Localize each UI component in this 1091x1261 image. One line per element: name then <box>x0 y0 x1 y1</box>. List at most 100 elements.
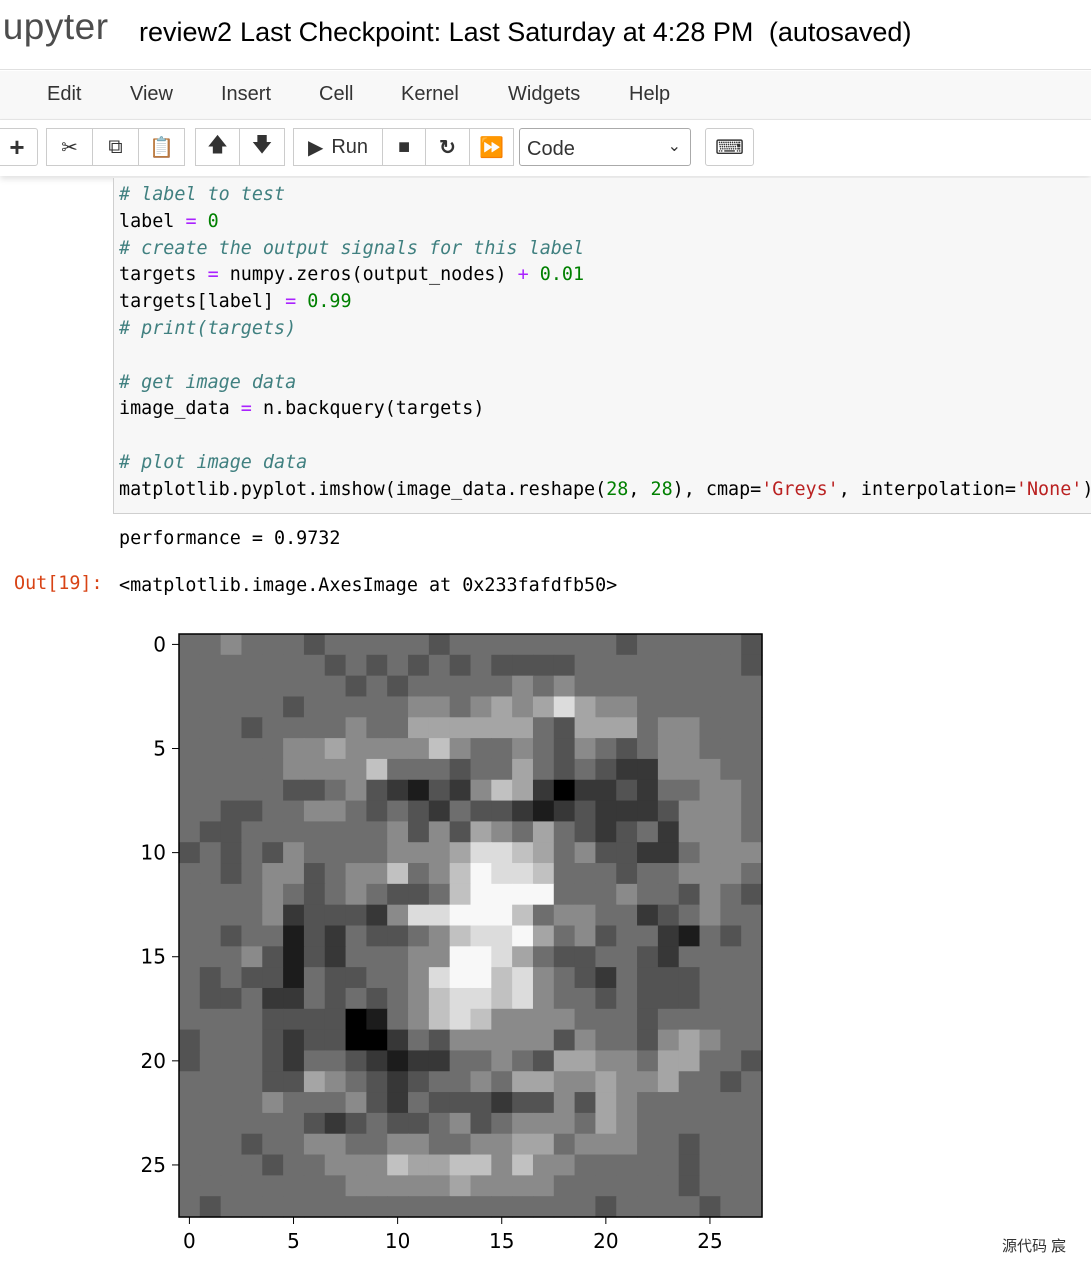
run-button[interactable]: ▶ Run <box>293 128 383 166</box>
heatmap-cell <box>553 821 576 843</box>
heatmap-cell <box>678 634 701 656</box>
heatmap-cell <box>324 1175 347 1197</box>
cut-button[interactable]: ✂ <box>46 128 93 166</box>
heatmap-cell <box>720 1050 742 1072</box>
heatmap-cell <box>324 925 347 947</box>
heatmap-cell <box>491 738 513 760</box>
heatmap-cell <box>366 738 388 760</box>
heatmap-cell <box>408 800 430 822</box>
heatmap-cell <box>324 1029 347 1052</box>
heatmap-cell <box>179 967 201 989</box>
heatmap-cell <box>741 696 763 718</box>
heatmap-cell <box>595 1071 617 1093</box>
heatmap-cell <box>199 800 222 822</box>
menu-widgets[interactable]: Widgets <box>508 83 580 106</box>
notebook-name[interactable]: review2 <box>139 17 232 47</box>
heatmap-cell <box>262 717 284 739</box>
heatmap-cell <box>366 1071 388 1093</box>
heatmap-cell <box>470 946 492 968</box>
heatmap-cell <box>303 863 326 885</box>
heatmap-cell <box>387 738 409 760</box>
heatmap-cell <box>699 738 721 760</box>
heatmap-cell <box>699 967 721 989</box>
heatmap-cell <box>595 1154 617 1176</box>
heatmap-cell <box>512 738 534 760</box>
menu-kernel[interactable]: Kernel <box>401 83 459 106</box>
heatmap-cell <box>262 758 284 781</box>
y-tick-label: 5 <box>153 737 166 761</box>
menu-insert[interactable]: Insert <box>221 83 271 106</box>
heatmap-cell <box>220 842 243 864</box>
paste-button[interactable]: 📋 <box>138 128 185 166</box>
heatmap-cell <box>449 925 472 947</box>
heatmap-cell <box>595 1175 617 1197</box>
cell-type-select[interactable]: Code ⌄ <box>519 128 691 166</box>
heatmap-cell <box>366 863 388 885</box>
insert-cell-button[interactable]: + <box>0 128 38 166</box>
heatmap-cell <box>657 1133 680 1156</box>
restart-run-all-button[interactable]: ⏩ <box>469 128 514 166</box>
heatmap-cell <box>449 1092 472 1114</box>
heatmap-cell <box>720 758 742 781</box>
heatmap-cell <box>470 800 492 822</box>
code-line: label = 0 <box>119 209 1091 236</box>
heatmap-cell <box>303 967 326 989</box>
heatmap-cell <box>699 1196 721 1218</box>
heatmap-cell <box>637 1071 659 1093</box>
heatmap-cell <box>199 842 222 864</box>
heatmap-cell <box>324 1008 347 1031</box>
heatmap-cell <box>637 821 659 843</box>
heatmap-cell <box>199 738 222 760</box>
restart-button[interactable]: ↻ <box>425 128 470 166</box>
heatmap-cell <box>387 675 409 698</box>
menu-edit[interactable]: Edit <box>47 83 81 106</box>
heatmap-cell <box>491 967 513 989</box>
heatmap-cell <box>324 675 347 698</box>
heatmap-cell <box>595 696 617 718</box>
heatmap-cell <box>699 1071 721 1093</box>
command-palette-button[interactable]: ⌨ <box>705 128 754 166</box>
heatmap-cell <box>241 1112 263 1135</box>
heatmap-cell <box>720 1196 742 1218</box>
heatmap-cell <box>470 634 492 656</box>
heatmap-cell <box>699 821 721 843</box>
move-up-button[interactable]: 🡅 <box>195 128 240 166</box>
heatmap-cell <box>741 1154 763 1176</box>
menu-view[interactable]: View <box>130 83 173 106</box>
heatmap-cell <box>324 842 347 864</box>
menu-help[interactable]: Help <box>629 83 670 106</box>
heatmap-cell <box>283 758 305 781</box>
heatmap-cell <box>616 842 638 864</box>
heatmap-cell <box>428 654 451 677</box>
run-label: Run <box>331 135 369 158</box>
copy-button[interactable]: ⧉ <box>92 128 139 166</box>
heatmap-cell <box>408 696 430 718</box>
heatmap-cell <box>637 904 659 927</box>
heatmap-cell <box>553 779 576 802</box>
heatmap-cell <box>408 1196 430 1218</box>
heatmap-cell <box>532 717 555 739</box>
watermark: 源代码 宸 <box>1002 1238 1067 1255</box>
heatmap-cell <box>262 1196 284 1218</box>
heatmap-cell <box>199 696 222 718</box>
heatmap-cell <box>678 800 701 822</box>
interrupt-button[interactable]: ■ <box>382 128 426 166</box>
heatmap-cell <box>428 1154 451 1176</box>
heatmap-cell <box>699 1008 721 1031</box>
heatmap-cell <box>303 842 326 864</box>
heatmap-cell <box>470 1029 492 1052</box>
heatmap-cell <box>324 738 347 760</box>
menu-cell[interactable]: Cell <box>319 83 353 106</box>
heatmap-cell <box>532 1092 555 1114</box>
heatmap-cell <box>616 1154 638 1176</box>
heatmap-cell <box>241 654 263 677</box>
jupyter-logo[interactable]: jupyter <box>0 6 109 48</box>
heatmap-cell <box>470 675 492 698</box>
code-editor[interactable]: # label to test label = 0 # create the out… <box>119 182 1091 504</box>
move-down-button[interactable]: 🡇 <box>239 128 285 166</box>
heatmap-cell <box>616 946 638 968</box>
heatmap-cell <box>199 863 222 885</box>
heatmap-cell <box>553 987 576 1010</box>
heatmap-cell <box>220 1154 243 1176</box>
heatmap-cell <box>616 1029 638 1052</box>
